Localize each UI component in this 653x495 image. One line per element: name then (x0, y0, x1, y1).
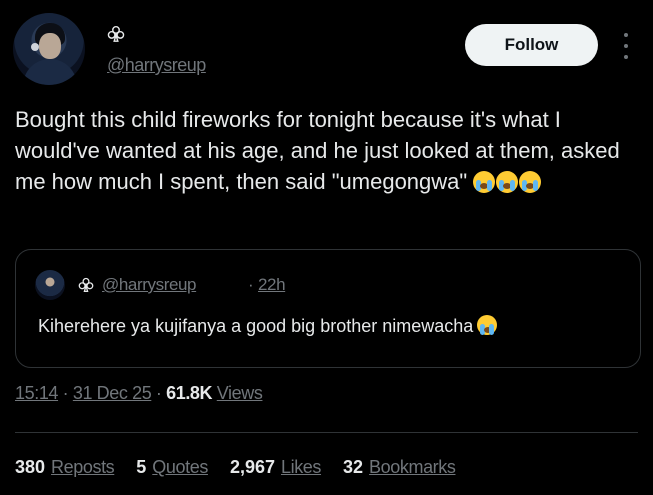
more-options-icon[interactable] (619, 33, 633, 59)
reposts-stat[interactable]: 380 Reposts (15, 457, 115, 478)
divider (15, 432, 638, 433)
reposts-count: 380 (15, 457, 46, 477)
likes-count: 2,967 (229, 457, 275, 477)
views-count: 61.8K (166, 383, 213, 403)
loudly-crying-face-emoji-icon (519, 171, 542, 193)
loudly-crying-face-emoji-icon (477, 315, 498, 335)
quotes-count: 5 (136, 457, 147, 477)
quoted-author-avatar (35, 270, 65, 300)
quoted-separator: · (248, 275, 254, 294)
avatar-face (39, 33, 61, 59)
tweet-text: Bought this child fireworks for tonight … (15, 104, 645, 197)
tweet-date[interactable]: 31 Dec 25 (73, 383, 152, 403)
bookmarks-label: Bookmarks (369, 457, 456, 477)
meta-separator: · (151, 383, 167, 403)
club-icon (78, 277, 94, 293)
author-handle[interactable]: @harrysreup (107, 55, 206, 76)
loudly-crying-face-emoji-icon (496, 171, 519, 193)
bookmarks-stat[interactable]: 32 Bookmarks (343, 457, 456, 478)
bookmarks-count: 32 (343, 457, 364, 477)
author-avatar[interactable] (13, 13, 85, 85)
tweet-time[interactable]: 15:14 (15, 383, 58, 403)
meta-separator: · (58, 383, 73, 403)
quotes-stat[interactable]: 5 Quotes (136, 457, 208, 478)
quoted-author-handle[interactable]: @harrysreup (102, 275, 197, 295)
likes-stat[interactable]: 2,967 Likes (230, 457, 321, 478)
avatar-body (23, 59, 77, 85)
loudly-crying-face-emoji-icon (473, 171, 496, 193)
avatar-microphone (31, 43, 39, 51)
quoted-tweet-card[interactable]: @harrysreup · 22h Kiherehere ya kujifany… (15, 249, 641, 368)
quotes-label: Quotes (152, 457, 208, 477)
quoted-tweet-text: Kiherehere ya kujifanya a good big broth… (38, 315, 498, 337)
club-icon (107, 25, 125, 42)
engagement-stats: 380 Reposts 5 Quotes 2,967 Likes 32 Bookmark… (15, 457, 477, 478)
quoted-timestamp[interactable]: 22h (258, 275, 286, 295)
reposts-label: Reposts (51, 457, 115, 477)
views-label[interactable]: Views (217, 383, 263, 403)
likes-label: Likes (280, 457, 322, 477)
follow-button[interactable]: Follow (465, 24, 598, 66)
quoted-body: Kiherehere ya kujifanya a good big broth… (38, 316, 474, 336)
tweet-meta: 15:14 · 31 Dec 25 · 61.8K Views (15, 383, 263, 404)
